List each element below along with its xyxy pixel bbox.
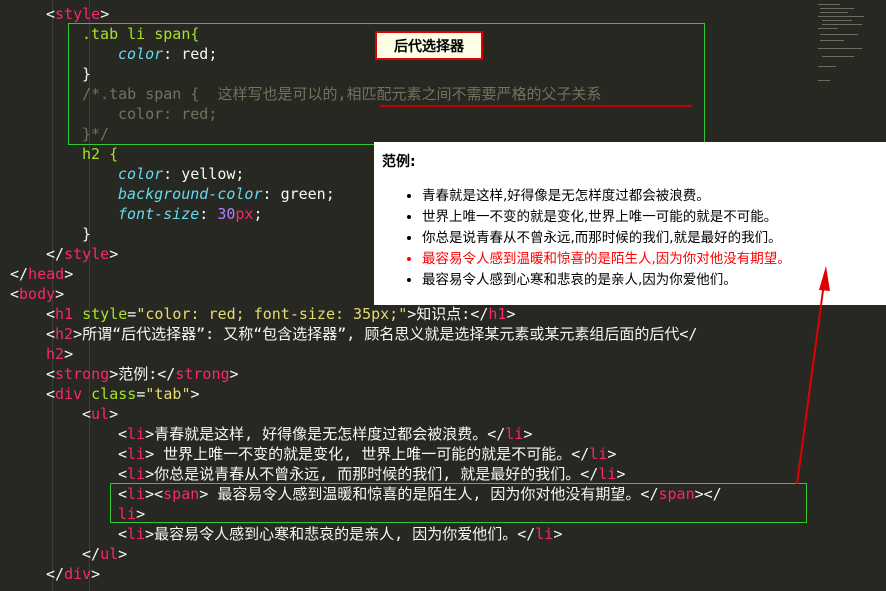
annotation-arrow <box>796 266 830 485</box>
